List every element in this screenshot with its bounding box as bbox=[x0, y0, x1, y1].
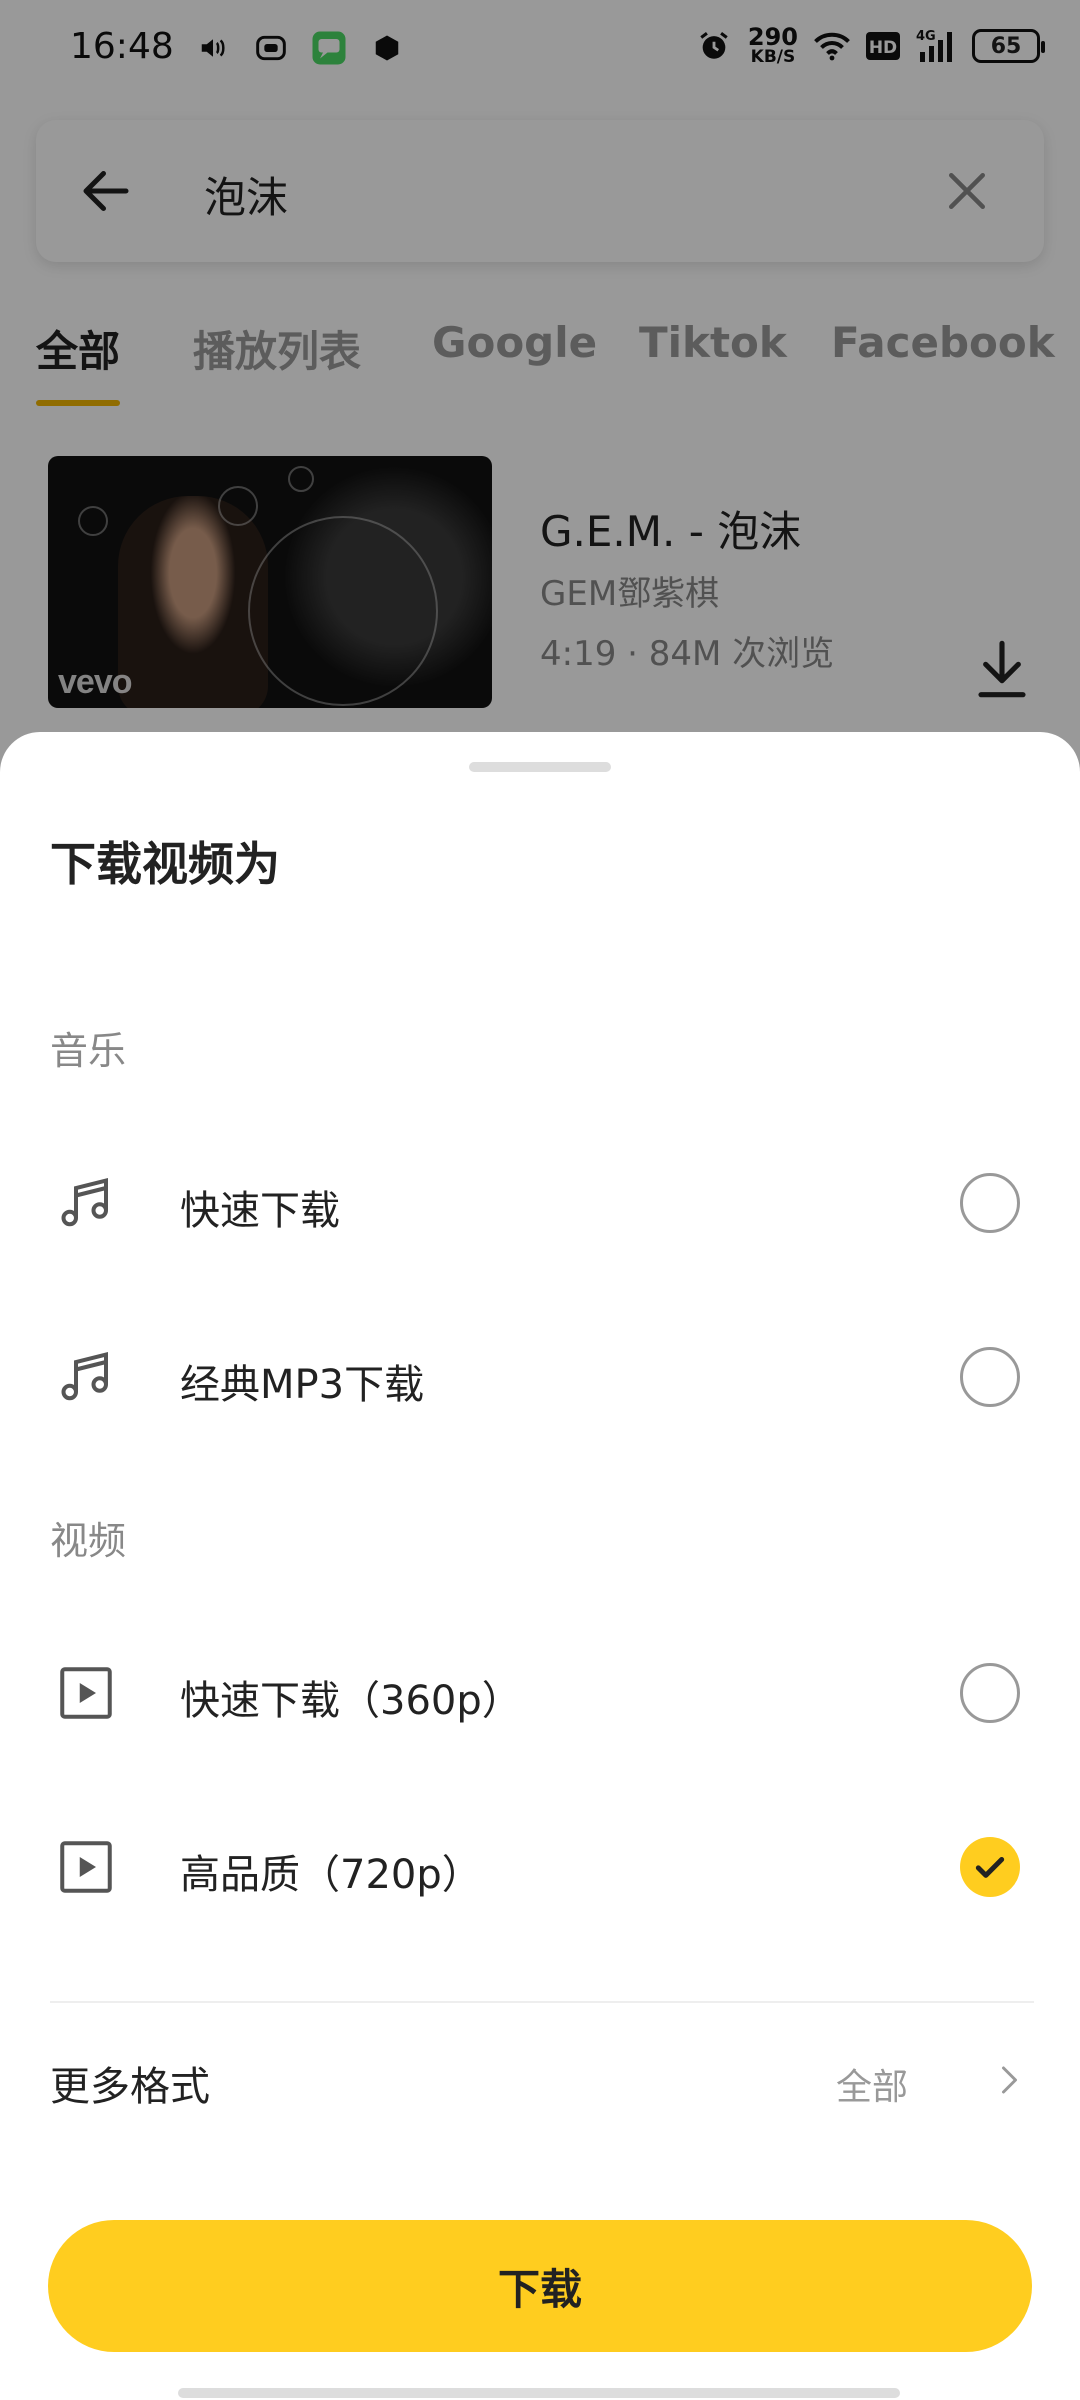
option-hq-720p[interactable]: 高品质（720p） bbox=[0, 1792, 1080, 1942]
download-button[interactable]: 下载 bbox=[48, 2220, 1032, 2352]
section-label-music: 音乐 bbox=[50, 1029, 127, 1073]
more-formats-value: 全部 bbox=[835, 2067, 908, 2108]
play-box-icon bbox=[56, 1837, 116, 1897]
section-label-video: 视频 bbox=[50, 1519, 127, 1563]
radio-button-selected[interactable] bbox=[960, 1837, 1020, 1897]
sheet-drag-handle[interactable] bbox=[469, 762, 611, 772]
sheet-title: 下载视频为 bbox=[50, 837, 280, 891]
music-note-icon bbox=[56, 1347, 116, 1407]
option-label: 高品质（720p） bbox=[180, 1852, 482, 1898]
divider bbox=[50, 2001, 1034, 2003]
option-fast-audio[interactable]: 快速下载 bbox=[0, 1128, 1080, 1278]
play-box-icon bbox=[56, 1663, 116, 1723]
checkmark-icon bbox=[975, 1857, 1005, 1878]
option-label: 快速下载（360p） bbox=[180, 1678, 522, 1724]
more-formats-label: 更多格式 bbox=[50, 2064, 210, 2110]
gesture-nav-bar[interactable] bbox=[178, 2388, 900, 2398]
chevron-right-icon bbox=[990, 2062, 1026, 2098]
radio-button[interactable] bbox=[960, 1347, 1020, 1407]
option-fast-360p[interactable]: 快速下载（360p） bbox=[0, 1618, 1080, 1768]
download-options-sheet: 下载视频为 音乐 快速下载 经典MP3下载 视频 快速下载（360p） 高品质（… bbox=[0, 732, 1080, 2400]
option-classic-mp3[interactable]: 经典MP3下载 bbox=[0, 1302, 1080, 1452]
music-note-icon bbox=[56, 1173, 116, 1233]
radio-button[interactable] bbox=[960, 1663, 1020, 1723]
option-label: 快速下载 bbox=[180, 1188, 340, 1234]
more-formats-row[interactable]: 更多格式 全部 bbox=[0, 2022, 1080, 2142]
option-label: 经典MP3下载 bbox=[180, 1362, 425, 1408]
radio-button[interactable] bbox=[960, 1173, 1020, 1233]
